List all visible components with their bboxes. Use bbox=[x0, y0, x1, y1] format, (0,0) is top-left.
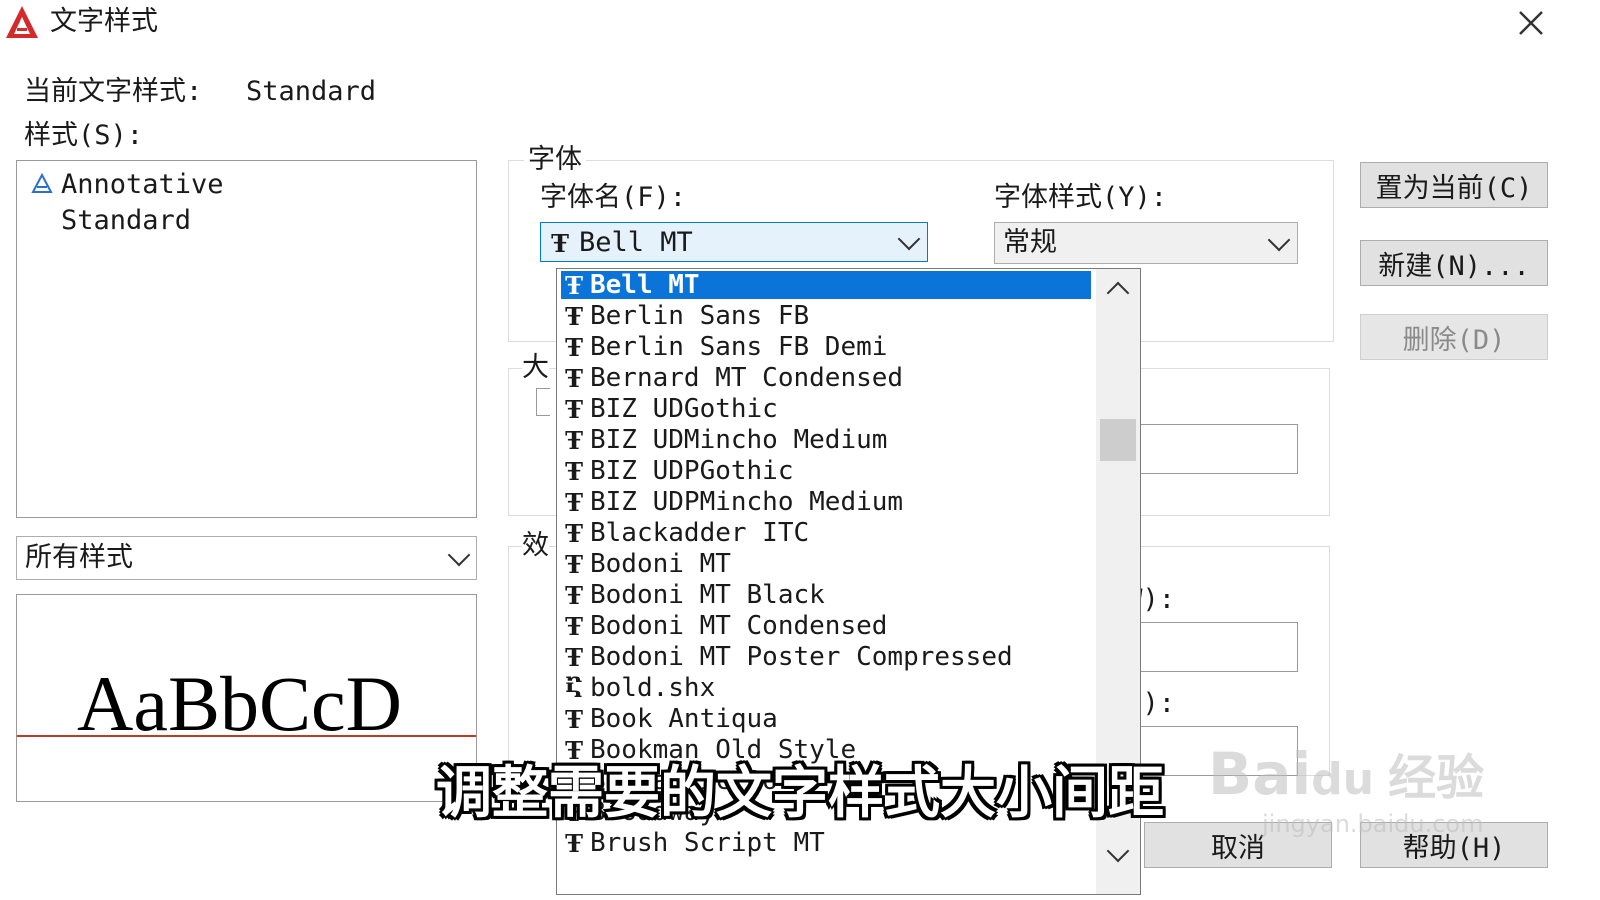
style-filter-select[interactable]: 所有样式 bbox=[16, 536, 477, 580]
truetype-icon: Ŧ bbox=[565, 642, 583, 672]
truetype-icon: Ŧ bbox=[565, 456, 583, 486]
chevron-down-icon bbox=[447, 543, 471, 567]
set-current-button[interactable]: 置为当前(C) bbox=[1360, 162, 1548, 208]
truetype-icon: Ŧ bbox=[551, 229, 569, 258]
app-icon bbox=[4, 4, 40, 40]
font-name-label: 字体名(F): bbox=[540, 182, 687, 213]
truetype-icon: Ŧ bbox=[565, 518, 583, 548]
new-style-button[interactable]: 新建(N)... bbox=[1360, 240, 1548, 286]
style-item-standard[interactable]: Standard bbox=[61, 207, 191, 234]
font-list-item[interactable]: Ŧ Bodoni MT Black bbox=[561, 580, 1091, 610]
font-list-item[interactable]: Ŧ Brush Script MT bbox=[561, 828, 1091, 858]
font-list-item[interactable]: Ŧ BIZ UDMincho Medium bbox=[561, 425, 1091, 455]
font-list-item-label: Book Antiqua bbox=[590, 704, 778, 734]
font-list-item[interactable]: Ⴀbold.shx bbox=[561, 673, 1091, 703]
chevron-down-icon[interactable] bbox=[1106, 839, 1130, 863]
font-style-value: 常规 bbox=[1003, 227, 1057, 258]
truetype-icon: Ŧ bbox=[565, 580, 583, 610]
truetype-icon: Ŧ bbox=[565, 332, 583, 362]
scrollbar-thumb[interactable] bbox=[1100, 419, 1136, 461]
truetype-icon: Ŧ bbox=[565, 611, 583, 641]
size-group-title: 大 bbox=[522, 352, 549, 383]
font-style-select[interactable]: 常规 bbox=[994, 222, 1298, 264]
close-icon[interactable] bbox=[1514, 6, 1548, 40]
truetype-icon: Ŧ bbox=[565, 828, 583, 858]
truetype-icon: Ŧ bbox=[565, 270, 583, 300]
font-group-title: 字体 bbox=[524, 146, 586, 173]
delete-style-button[interactable]: 删除(D) bbox=[1360, 314, 1548, 360]
font-list-item[interactable]: Ŧ Blackadder ITC bbox=[561, 518, 1091, 548]
chevron-up-icon[interactable] bbox=[1106, 281, 1130, 305]
shx-icon: Ⴀ bbox=[564, 673, 584, 703]
annotative-checkbox-fragment[interactable] bbox=[536, 388, 550, 416]
effects-group-title: 效 bbox=[522, 530, 549, 561]
font-list-item[interactable]: Ŧ Bell MT bbox=[561, 270, 1091, 300]
font-list-item-label: Bell MT bbox=[590, 270, 700, 300]
font-list-item-label: BIZ UDGothic bbox=[590, 394, 778, 424]
truetype-icon: Ŧ bbox=[565, 425, 583, 455]
font-list-item-label: Bodoni MT Black bbox=[590, 580, 825, 610]
truetype-icon: Ŧ bbox=[565, 704, 583, 734]
font-list-item-label: Blackadder ITC bbox=[590, 518, 810, 548]
video-subtitle: 调整需要的文字样式大小间距 bbox=[436, 761, 1164, 826]
font-list-item[interactable]: Ŧ Book Antiqua bbox=[561, 704, 1091, 734]
style-filter-value: 所有样式 bbox=[25, 542, 133, 573]
font-list-item[interactable]: Ŧ Berlin Sans FB bbox=[561, 301, 1091, 331]
font-style-label: 字体样式(Y): bbox=[994, 182, 1168, 213]
chevron-down-icon bbox=[1267, 228, 1291, 252]
font-list-item-label: Berlin Sans FB bbox=[590, 301, 810, 331]
font-list-item-label: Berlin Sans FB Demi bbox=[590, 332, 888, 362]
font-list-item-label: Bodoni MT Poster Compressed bbox=[590, 642, 1013, 672]
font-list-item-label: Bodoni MT Condensed bbox=[590, 611, 888, 641]
font-list-item-label: BIZ UDPGothic bbox=[590, 456, 794, 486]
styles-label: 样式(S): bbox=[24, 120, 144, 151]
font-list-item[interactable]: Ŧ Berlin Sans FB Demi bbox=[561, 332, 1091, 362]
truetype-icon: Ŧ bbox=[565, 487, 583, 517]
font-list-item-label: Brush Script MT bbox=[590, 828, 825, 858]
font-list-item-label: Bernard MT Condensed bbox=[590, 363, 904, 393]
window-title: 文字样式 bbox=[50, 6, 158, 37]
font-list-item[interactable]: Ŧ Bernard MT Condensed bbox=[561, 363, 1091, 393]
font-name-select[interactable]: Ŧ Bell MT bbox=[540, 222, 928, 262]
annotative-icon bbox=[31, 172, 53, 195]
font-list-item-label: BIZ UDPMincho Medium bbox=[590, 487, 904, 517]
font-list-item[interactable]: Ŧ Bodoni MT Condensed bbox=[561, 611, 1091, 641]
font-list-item-label: Bodoni MT bbox=[590, 549, 731, 579]
font-list-item-label: BIZ UDMincho Medium bbox=[590, 425, 888, 455]
font-list-item[interactable]: Ŧ BIZ UDPGothic bbox=[561, 456, 1091, 486]
truetype-icon: Ŧ bbox=[565, 394, 583, 424]
font-list-item[interactable]: Ŧ BIZ UDPMincho Medium bbox=[561, 487, 1091, 517]
truetype-icon: Ŧ bbox=[565, 549, 583, 579]
styles-list[interactable]: Annotative Standard bbox=[16, 160, 477, 518]
truetype-icon: Ŧ bbox=[565, 301, 583, 331]
font-list-item[interactable]: Ŧ Bodoni MT bbox=[561, 549, 1091, 579]
current-style-label: 当前文字样式: bbox=[24, 76, 203, 107]
font-list-item[interactable]: Ŧ BIZ UDGothic bbox=[561, 394, 1091, 424]
chevron-down-icon bbox=[897, 227, 921, 251]
font-list-item[interactable]: Ŧ Bodoni MT Poster Compressed bbox=[561, 642, 1091, 672]
truetype-icon: Ŧ bbox=[565, 363, 583, 393]
current-style-value: Standard bbox=[246, 76, 377, 107]
font-list-item-label: bold.shx bbox=[590, 673, 716, 703]
style-item-annotative[interactable]: Annotative bbox=[61, 171, 224, 198]
font-name-value: Bell MT bbox=[579, 227, 693, 258]
preview-sample: AaBbCcD bbox=[77, 660, 402, 747]
